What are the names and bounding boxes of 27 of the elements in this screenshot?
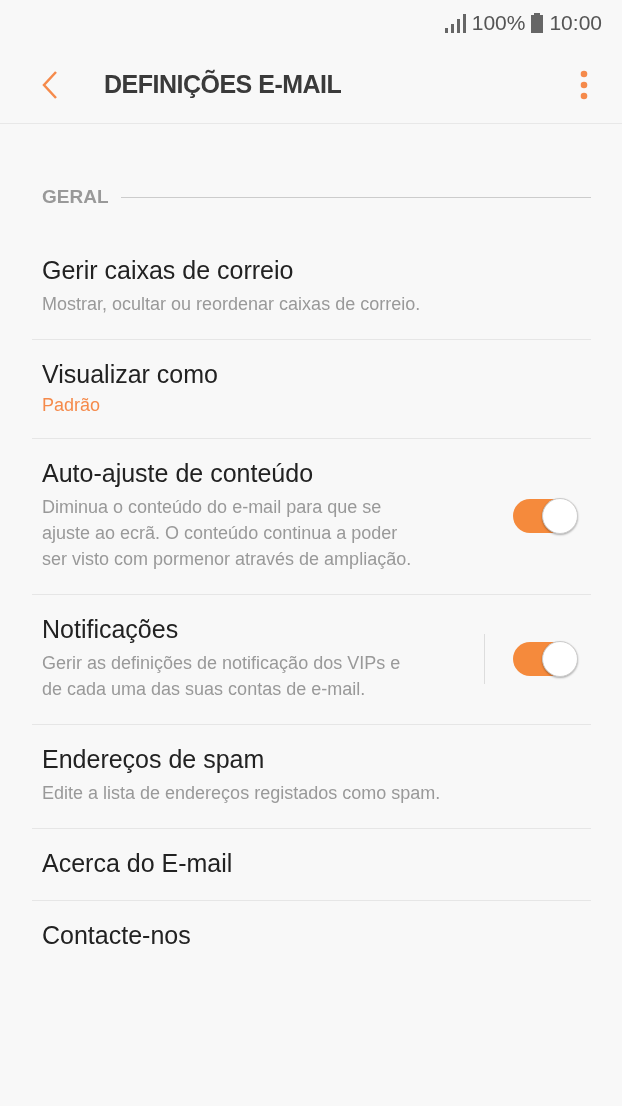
- setting-item[interactable]: Endereços de spam Edite a lista de endereços registados como spam.: [32, 725, 591, 829]
- toggle-switch[interactable]: [513, 498, 577, 533]
- setting-title: Auto-ajuste de conteúdo: [42, 459, 315, 488]
- clock: 10:00: [549, 11, 602, 35]
- setting-description: Gerir as definições de notificação dos VIPs e de cada uma das suas contas de e-mail.: [42, 652, 402, 701]
- screen-title: DEFINIÇÕES E-MAIL: [104, 70, 343, 99]
- signal-icon: [443, 13, 466, 33]
- setting-description: Mostrar, ocultar ou reordenar caixas de correio.: [42, 293, 422, 316]
- setting-item[interactable]: Auto-ajuste de conteúdo Diminua o conteúdo do e-mail para que se ajuste ao ecrã. O conteúdo continua a poder ser visto com pormenor através de ampliação.: [32, 439, 591, 595]
- battery-percent: 100%: [471, 11, 526, 35]
- battery-icon: [531, 13, 544, 33]
- setting-title: Endereços de spam: [42, 745, 266, 774]
- setting-description: Edite a lista de endereços registados como spam.: [42, 782, 442, 805]
- setting-item[interactable]: Notificações Gerir as definições de notificação dos VIPs e de cada uma das suas contas de e-mail.: [32, 595, 591, 725]
- setting-value: Padrão: [42, 395, 102, 416]
- setting-description: Diminua o conteúdo do e-mail para que se ajuste ao ecrã. O conteúdo continua a poder ser visto com pormenor através de ampliação.: [42, 496, 413, 571]
- setting-item[interactable]: Acerca do E-mail: [32, 829, 591, 901]
- setting-title: Contacte-nos: [42, 921, 192, 950]
- setting-title: Notificações: [42, 615, 180, 644]
- setting-item[interactable]: Contacte-nos: [32, 901, 591, 972]
- toggle-switch[interactable]: [513, 641, 577, 676]
- setting-title: Acerca do E-mail: [42, 849, 234, 878]
- setting-item[interactable]: Visualizar como Padrão: [32, 340, 591, 439]
- setting-title: Visualizar como: [42, 360, 219, 389]
- setting-title: Gerir caixas de correio: [42, 256, 295, 285]
- setting-item[interactable]: Gerir caixas de correio Mostrar, ocultar ou reordenar caixas de correio.: [32, 236, 591, 340]
- section-header: GERAL: [42, 186, 109, 208]
